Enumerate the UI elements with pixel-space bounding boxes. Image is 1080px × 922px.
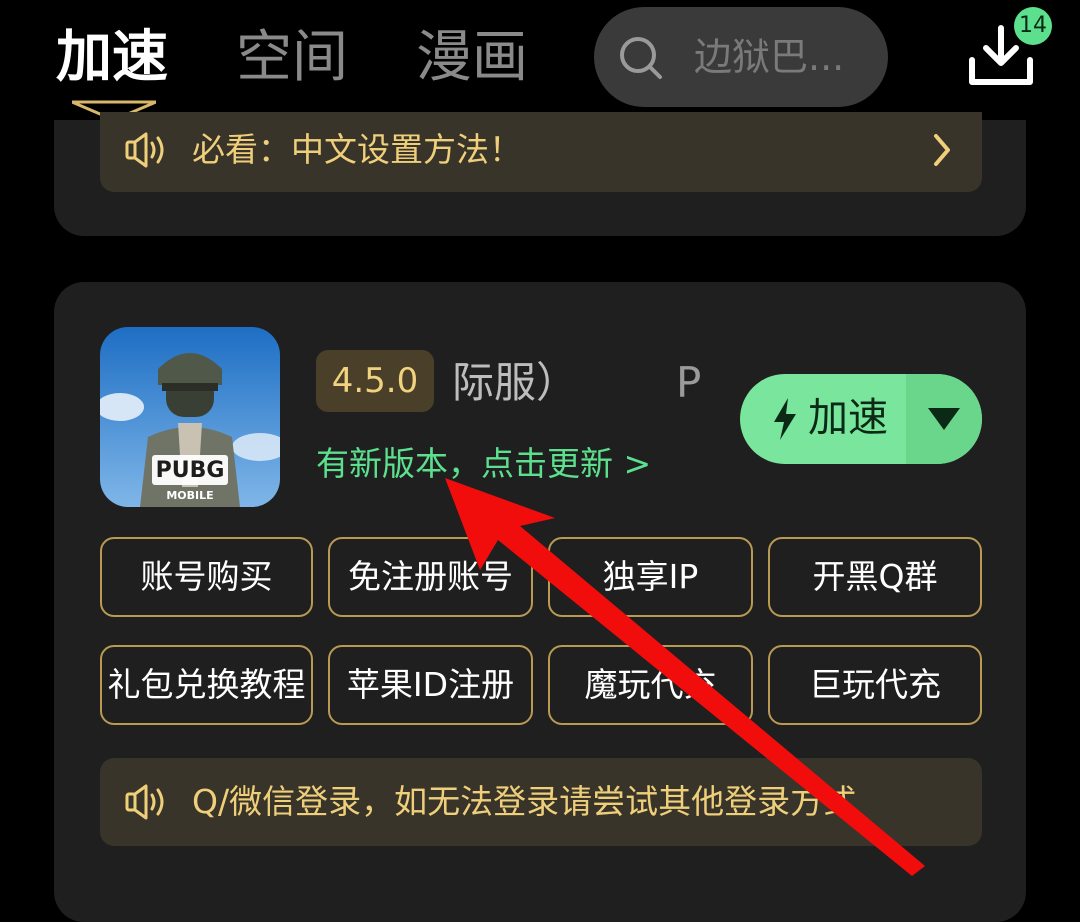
- search-placeholder: 边狱巴...: [694, 35, 845, 79]
- svg-text:MOBILE: MOBILE: [166, 489, 213, 502]
- tab-accelerate[interactable]: 加速: [56, 22, 168, 94]
- chip-gift-redeem-tutorial[interactable]: 礼包兑换教程: [100, 645, 313, 725]
- lightning-icon: [774, 398, 796, 440]
- caret-down-icon: [928, 408, 960, 430]
- chip-no-register-account[interactable]: 免注册账号: [328, 537, 533, 617]
- chip-juwan-topup[interactable]: 巨玩代充: [768, 645, 982, 725]
- pubg-mobile-icon: PUBG MOBILE: [100, 327, 280, 507]
- speaker-icon: [125, 132, 164, 168]
- download-count-badge: 14: [1014, 7, 1052, 45]
- chip-apple-id-register[interactable]: 苹果ID注册: [328, 645, 533, 725]
- notice-text: 必看：中文设置方法！: [192, 130, 522, 169]
- notice-bar[interactable]: 必看：中文设置方法！: [100, 112, 982, 192]
- accelerate-label: 加速: [808, 395, 888, 441]
- chip-exclusive-ip[interactable]: 独享IP: [548, 537, 753, 617]
- game-icon[interactable]: PUBG MOBILE: [100, 327, 280, 507]
- game-title: 际服）: [452, 358, 579, 407]
- game-title-tail: P: [676, 358, 702, 407]
- chevron-right-icon[interactable]: [928, 128, 956, 172]
- tab-comics[interactable]: 漫画: [416, 22, 528, 94]
- accelerate-button[interactable]: 加速: [740, 374, 982, 464]
- login-notice-text: Q/微信登录，如无法登录请尝试其他登录方式: [192, 782, 857, 821]
- update-link[interactable]: 有新版本，点击更新 >: [316, 442, 651, 486]
- tab-space[interactable]: 空间: [236, 22, 348, 94]
- svg-text:PUBG: PUBG: [156, 458, 225, 483]
- speaker-icon: [125, 784, 164, 820]
- accelerate-dropdown[interactable]: [906, 374, 982, 464]
- chip-account-purchase[interactable]: 账号购买: [100, 537, 313, 617]
- chip-group-chat[interactable]: 开黑Q群: [768, 537, 982, 617]
- accelerate-main[interactable]: 加速: [740, 374, 906, 464]
- search-icon: [620, 37, 662, 79]
- login-notice-bar[interactable]: Q/微信登录，如无法登录请尝试其他登录方式: [100, 758, 982, 846]
- chip-mowan-topup[interactable]: 魔玩代充: [548, 645, 753, 725]
- version-badge: 4.5.0: [316, 350, 434, 412]
- search-bar[interactable]: 边狱巴...: [594, 7, 888, 107]
